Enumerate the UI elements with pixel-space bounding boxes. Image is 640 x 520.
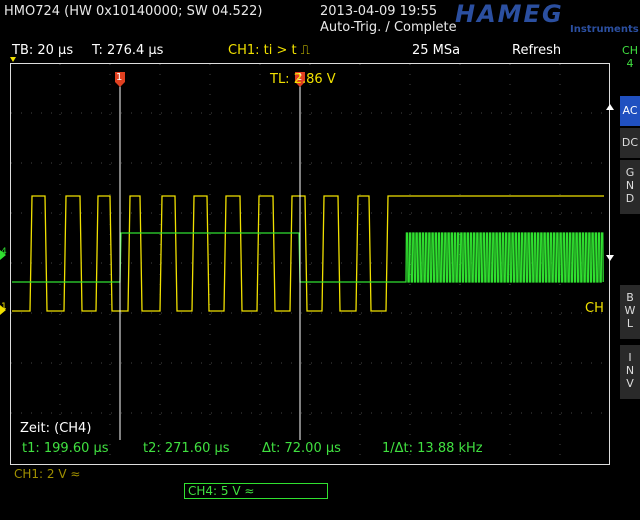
ch1-reference-label: 1 bbox=[1, 302, 7, 312]
ch1-setting[interactable]: CH1: 2 V ≈ bbox=[14, 467, 80, 481]
trigger-level-label: TL: 2.86 V bbox=[270, 72, 336, 87]
channel-label-right: CH bbox=[585, 301, 604, 316]
cursor-measure-source: Zeit: (CH4) bbox=[20, 421, 92, 436]
cursor-t1-readout: t1: 199.60 µs bbox=[22, 441, 109, 456]
scroll-down-icon bbox=[606, 255, 614, 261]
ch4-reference-label: 4 bbox=[1, 247, 7, 257]
ch4-setting[interactable]: CH4: 5 V ≈ bbox=[184, 483, 328, 499]
scroll-up-icon bbox=[606, 104, 614, 110]
cursor-frequency-readout: 1/Δt: 13.88 kHz bbox=[382, 441, 483, 456]
ch4-waveform bbox=[12, 232, 604, 283]
cursor-t2-readout: t2: 271.60 µs bbox=[143, 441, 230, 456]
cursor-delta-t-readout: Δt: 72.00 µs bbox=[262, 441, 341, 456]
trigger-position-icon bbox=[10, 57, 16, 62]
cursor-1-marker[interactable]: 1 bbox=[116, 72, 122, 83]
